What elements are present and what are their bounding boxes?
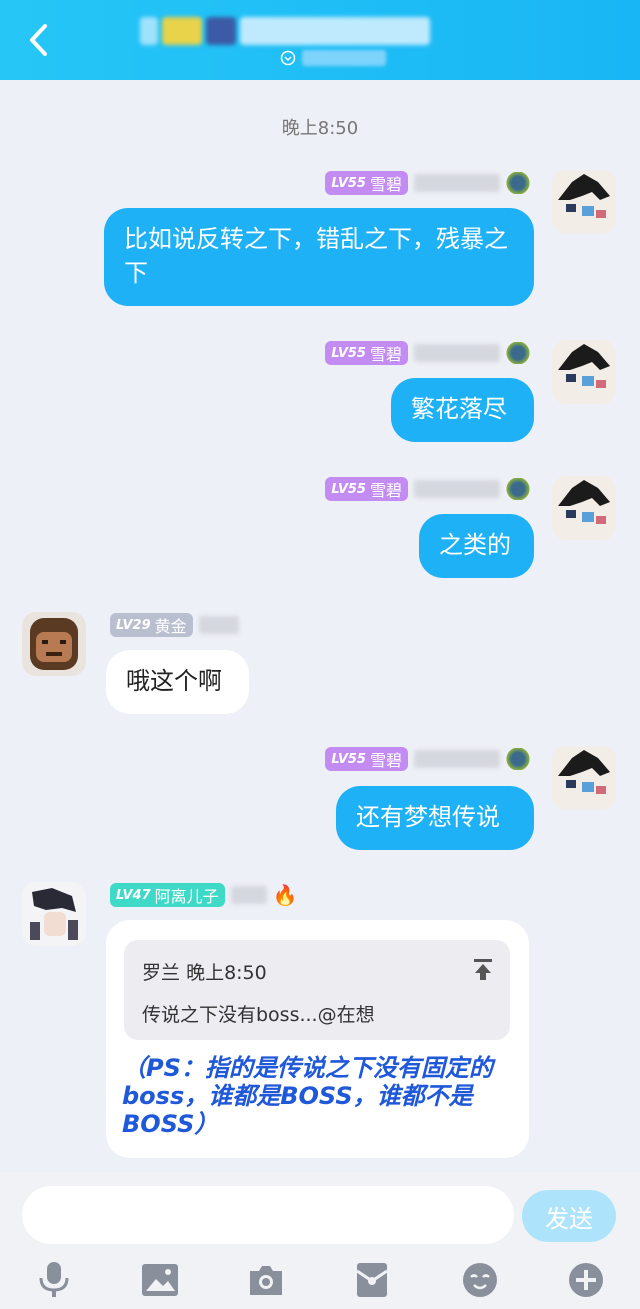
back-button[interactable] — [18, 18, 58, 62]
message-bubble[interactable]: 比如说反转之下，错乱之下，残暴之下 — [104, 208, 534, 306]
chat-title-redacted — [140, 14, 440, 48]
dragon-badge-icon — [506, 172, 530, 194]
emoji-icon[interactable] — [458, 1258, 502, 1302]
avatar[interactable] — [22, 882, 86, 946]
chevron-left-icon — [30, 24, 47, 56]
message-bubble[interactable]: 哦这个啊 — [106, 650, 249, 714]
image-icon[interactable] — [138, 1258, 182, 1302]
avatar[interactable] — [552, 746, 616, 810]
avatar[interactable] — [552, 170, 616, 234]
dragon-badge-icon — [506, 478, 530, 500]
message-timestamp: 晚上8:50 — [281, 118, 359, 139]
level-badge: LV55 雪碧 — [325, 747, 408, 771]
message-bubble[interactable]: 还有梦想传说 — [336, 786, 534, 850]
camera-icon[interactable] — [244, 1258, 288, 1302]
avatar[interactable] — [22, 612, 86, 676]
sender-row: LV55 雪碧 — [325, 340, 530, 366]
level-badge: LV55 雪碧 — [325, 171, 408, 195]
chat-subtitle[interactable] — [280, 50, 386, 66]
level-badge: LV47 阿离儿子 — [110, 883, 225, 907]
level-badge: LV29 黄金 — [110, 613, 193, 637]
message-text: （PS：指的是传说之下没有固定的boss，谁都是BOSS，谁都不是BOSS） — [122, 1054, 493, 1138]
message-input[interactable] — [22, 1186, 514, 1244]
title-redacted — [414, 344, 500, 362]
title-redacted — [414, 480, 500, 498]
chat-header — [0, 0, 640, 80]
sender-row: LV55 雪碧 — [325, 476, 530, 502]
title-redacted — [198, 616, 239, 634]
composer-toolbar — [0, 1258, 640, 1302]
quote-text: 传说之下没有boss...@在想 — [142, 1004, 375, 1026]
title-redacted — [230, 886, 267, 904]
jump-to-top-icon[interactable] — [470, 956, 496, 982]
message-bubble[interactable]: 繁花落尽 — [391, 378, 534, 442]
title-redacted — [414, 750, 500, 768]
level-badge: LV55 雪碧 — [325, 477, 408, 501]
red-packet-icon[interactable] — [350, 1258, 394, 1302]
avatar[interactable] — [552, 340, 616, 404]
sender-row: LV55 雪碧 — [325, 746, 530, 772]
dragon-badge-icon — [506, 342, 530, 364]
quote-header: 罗兰 晚上8:50 — [142, 962, 267, 984]
title-redacted — [414, 174, 500, 192]
fire-icon: 🔥 — [272, 883, 298, 907]
level-badge: LV55 雪碧 — [325, 341, 408, 365]
avatar[interactable] — [552, 476, 616, 540]
composer-bar: 发送 — [0, 1172, 640, 1309]
send-button[interactable]: 发送 — [522, 1190, 616, 1242]
dragon-badge-icon — [506, 748, 530, 770]
sender-row: LV55 雪碧 — [325, 170, 530, 196]
sender-row: LV47 阿离儿子 🔥 — [110, 882, 298, 908]
plus-icon[interactable] — [564, 1258, 608, 1302]
message-bubble[interactable]: 之类的 — [419, 514, 534, 578]
microphone-icon[interactable] — [32, 1258, 76, 1302]
status-icon — [280, 50, 296, 66]
sender-row: LV29 黄金 — [110, 612, 239, 638]
quoted-message[interactable]: 罗兰 晚上8:50 传说之下没有boss...@在想 — [124, 940, 510, 1040]
